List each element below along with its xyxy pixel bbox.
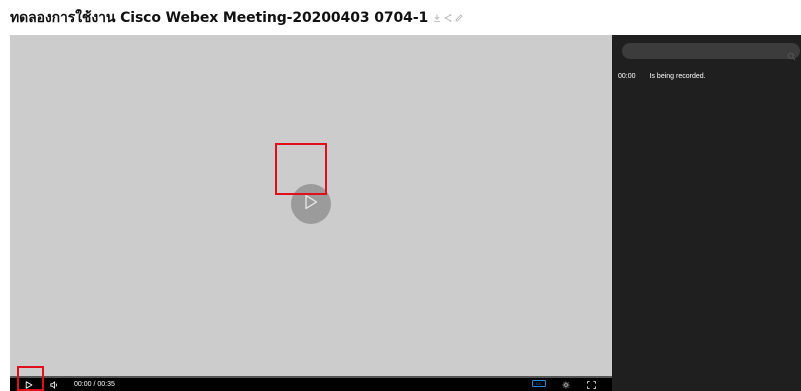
search-icon[interactable] [787,46,796,65]
volume-button[interactable] [50,378,59,391]
title-actions [433,14,463,22]
gear-icon [562,381,570,388]
transcript-panel: 00:00 Is being recorded. [612,35,801,391]
time-display: 00:00 / 00:35 [74,381,115,388]
play-icon [304,194,318,214]
video-player[interactable] [10,35,612,391]
control-bar: 00:00 / 00:35 CC [10,376,612,391]
highlight-box-big-play [275,143,327,195]
download-icon[interactable] [433,14,441,22]
settings-button[interactable] [562,378,570,391]
transcript-text: Is being recorded. [649,73,706,80]
fullscreen-icon [587,380,596,389]
volume-icon [50,380,57,389]
transcript-time[interactable]: 00:00 [618,73,636,80]
search-input[interactable] [630,43,780,59]
transcript-item[interactable]: 00:00 Is being recorded. [618,73,706,80]
edit-icon[interactable] [455,14,463,22]
share-icon[interactable] [444,14,452,22]
highlight-box-play-button [17,366,44,391]
captions-button[interactable]: CC [532,380,546,387]
transcript-search[interactable] [622,43,800,61]
page-title: ทดลองการใช้งาน Cisco Webex Meeting-20200… [10,10,429,26]
title-bar: ทดลองการใช้งาน Cisco Webex Meeting-20200… [10,8,463,28]
fullscreen-button[interactable] [587,378,596,391]
